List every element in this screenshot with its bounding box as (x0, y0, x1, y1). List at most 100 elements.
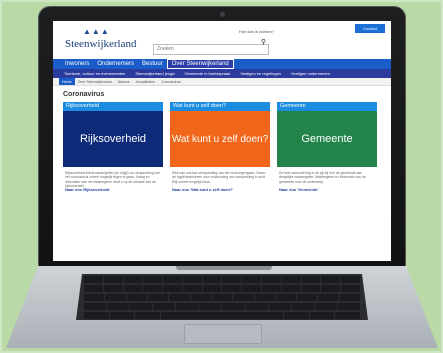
key-row (76, 283, 368, 292)
key (268, 303, 291, 310)
key (147, 294, 169, 301)
spacebar (160, 312, 284, 319)
key (222, 303, 245, 310)
sub-nav-item[interactable]: Vestigen ondernemen (286, 69, 335, 78)
key (321, 276, 341, 283)
key (301, 276, 321, 283)
key (182, 285, 202, 292)
key (190, 294, 211, 301)
key (318, 294, 339, 301)
card-tile-gemeente[interactable]: Gemeente (277, 111, 377, 167)
key (211, 294, 233, 301)
main-nav-bestuur[interactable]: Bestuur (138, 59, 167, 69)
key (291, 303, 314, 310)
key (135, 312, 160, 319)
search-box: ⚲ (153, 37, 269, 55)
key (281, 285, 301, 292)
key (222, 285, 242, 292)
sub-nav-item[interactable]: Vestigen en regelingen (235, 69, 286, 78)
key (103, 276, 123, 283)
key (297, 294, 318, 301)
main-nav-inwoners[interactable]: Inwoners (61, 59, 93, 69)
breadcrumb-item[interactable]: Over Steenwijkerland (75, 78, 115, 85)
card-heading[interactable]: Rijksoverheid (63, 102, 163, 111)
key (284, 312, 309, 319)
card-link[interactable]: Naar ons 'Gemeente' (277, 187, 377, 192)
key (130, 303, 153, 310)
key (222, 276, 242, 283)
key (262, 276, 281, 283)
key (153, 303, 176, 310)
search-help-link[interactable]: Hoe kan ik zoeken? (239, 29, 274, 34)
key-row (76, 292, 368, 301)
sub-nav-item[interactable]: Toerisme, cultuur en evenementen (59, 69, 130, 78)
logo-mark-icon: ▲▲▲ (83, 27, 110, 36)
webcam (220, 12, 225, 17)
key (202, 276, 222, 283)
key (341, 276, 360, 283)
card-grid: Rijksoverheid Rijksoverheid Rijksoverhei… (53, 102, 391, 192)
key (335, 312, 361, 319)
card-zelf-doen: Wat kunt u zelf doen? Wat kunt u zelf do… (170, 102, 270, 192)
key (275, 294, 297, 301)
key (242, 276, 262, 283)
key (105, 294, 126, 301)
key-row (76, 301, 368, 310)
card-tile-zelf-doen[interactable]: Wat kunt u zelf doen? (170, 111, 270, 167)
key-row (76, 310, 368, 319)
key (242, 285, 262, 292)
key (202, 285, 222, 292)
key (314, 303, 337, 310)
key (339, 294, 361, 301)
sub-nav-item[interactable]: Gemeente in beeldspraak (180, 69, 236, 78)
site-header: ▲▲▲ Steenwijkerland Hoe kan ik zoeken? ⚲… (53, 21, 391, 59)
sub-nav: Toerisme, cultuur en evenementen Steenwi… (53, 69, 391, 78)
breadcrumb-item[interactable]: Actualiteiten (133, 78, 159, 85)
logo-text: Steenwijkerland (65, 38, 137, 50)
card-heading[interactable]: Wat kunt u zelf doen? (170, 102, 270, 111)
card-link[interactable]: Naar ons 'Wat kunt u zelf doen?' (170, 187, 270, 192)
key (84, 303, 107, 310)
card-rijksoverheid: Rijksoverheid Rijksoverheid Rijksoverhei… (63, 102, 163, 192)
search-input[interactable] (153, 43, 269, 55)
main-nav-over-steenwijkerland[interactable]: Over Steenwijkerland (166, 59, 234, 69)
breadcrumb-item[interactable]: Nieuws (115, 78, 133, 85)
key (84, 294, 105, 301)
card-description: Elke van ons kan verspreiding van het vi… (172, 171, 266, 184)
key (84, 276, 103, 283)
laptop-lid: ▲▲▲ Steenwijkerland Hoe kan ik zoeken? ⚲… (38, 6, 406, 268)
card-description: De hele samenleving is de pijl bij hoe d… (279, 171, 366, 184)
key (321, 285, 341, 292)
key (301, 285, 321, 292)
laptop-screen: ▲▲▲ Steenwijkerland Hoe kan ik zoeken? ⚲… (53, 21, 391, 261)
key (84, 285, 103, 292)
page-title: Coronavirus (63, 91, 105, 98)
sub-nav-item[interactable]: Steenwijkerland jeugd (130, 69, 179, 78)
key (123, 285, 143, 292)
breadcrumb-home[interactable]: Home (59, 78, 75, 85)
contact-button[interactable]: Contact (355, 24, 385, 33)
key (107, 303, 130, 310)
card-heading[interactable]: Gemeente (277, 102, 377, 111)
main-nav-ondernemers[interactable]: Ondernemers (93, 59, 138, 69)
card-gemeente: Gemeente Gemeente De hele samenleving is… (277, 102, 377, 192)
search-icon[interactable]: ⚲ (261, 38, 266, 46)
main-nav: Inwoners Ondernemers Bestuur Over Steenw… (53, 59, 391, 69)
key (245, 303, 268, 310)
key (143, 276, 163, 283)
breadcrumb-current: Coronavirus (161, 80, 181, 84)
key (341, 285, 360, 292)
key (109, 312, 135, 319)
key (309, 312, 335, 319)
site-logo[interactable]: ▲▲▲ Steenwijkerland (65, 27, 149, 53)
card-tile-rijksoverheid[interactable]: Rijksoverheid (63, 111, 163, 167)
key (123, 276, 143, 283)
key (337, 303, 360, 310)
key (169, 294, 190, 301)
key (143, 285, 163, 292)
key (163, 285, 182, 292)
laptop-hinge (176, 266, 272, 270)
key (262, 285, 281, 292)
card-link[interactable]: Naar ons Rijksoverheid (63, 187, 163, 192)
card-description: Rijksoverheid biedt maatregelen (en krij… (65, 171, 160, 189)
